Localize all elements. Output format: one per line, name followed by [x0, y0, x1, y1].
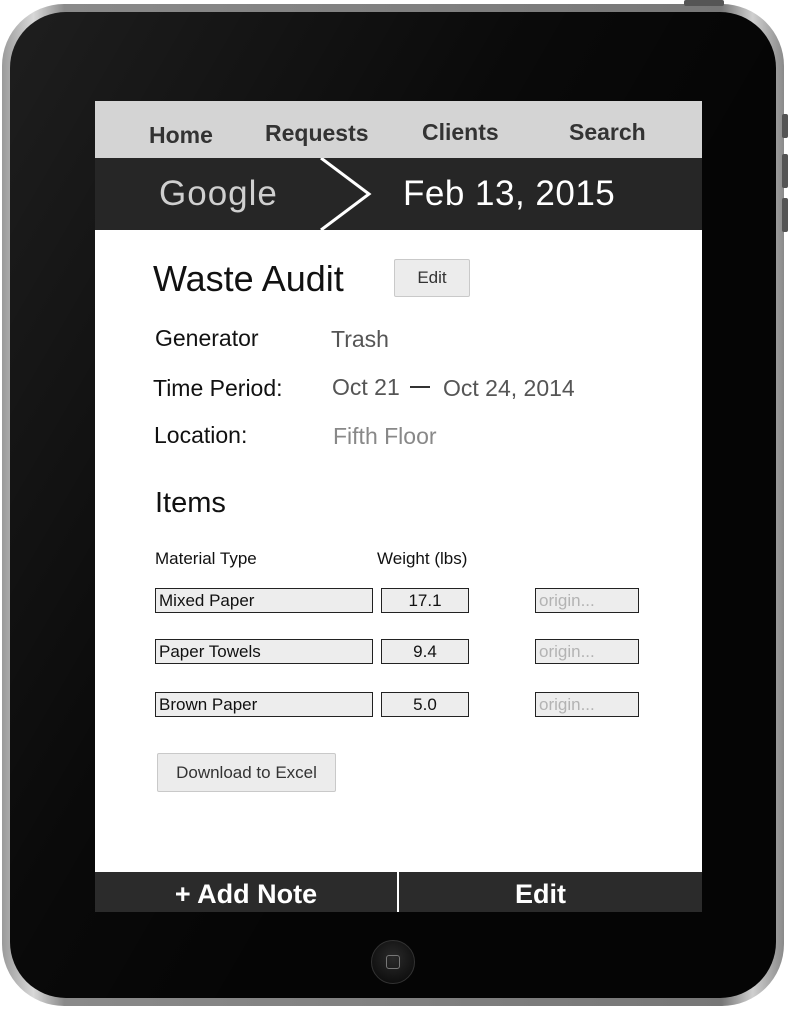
origin-field[interactable]: origin...: [535, 692, 639, 717]
date-range-dash: [410, 386, 430, 388]
bottom-edit-button[interactable]: Edit: [399, 872, 682, 912]
material-field[interactable]: Mixed Paper: [155, 588, 373, 613]
time-period-label: Time Period:: [153, 375, 283, 401]
client-name[interactable]: Google: [159, 174, 278, 214]
tab-home[interactable]: Home: [95, 101, 265, 158]
tab-home-label: Home: [149, 122, 213, 148]
material-type-header: Material Type: [155, 549, 257, 568]
power-button: [684, 0, 724, 6]
context-bar: Google Feb 13, 2015: [95, 158, 702, 230]
origin-field[interactable]: origin...: [535, 639, 639, 664]
location-label: Location:: [154, 422, 248, 448]
home-button-icon[interactable]: [371, 940, 415, 984]
volume-up-button: [782, 154, 788, 188]
generator-label: Generator: [155, 325, 259, 351]
download-to-excel-button[interactable]: Download to Excel: [157, 753, 336, 792]
time-period-end: Oct 24, 2014: [443, 375, 575, 401]
tab-search-label: Search: [569, 119, 646, 145]
app-screen: Home Requests Clients Search Google Feb …: [95, 101, 702, 912]
weight-field[interactable]: 9.4: [381, 639, 469, 664]
page-title: Waste Audit: [153, 258, 344, 299]
context-date: Feb 13, 2015: [403, 174, 616, 213]
tab-requests-label: Requests: [265, 120, 369, 146]
weight-field[interactable]: 5.0: [381, 692, 469, 717]
items-heading: Items: [155, 487, 226, 519]
location-value: Fifth Floor: [333, 423, 437, 449]
origin-field[interactable]: origin...: [535, 588, 639, 613]
mute-switch: [782, 114, 788, 138]
weight-header: Weight (lbs): [377, 549, 468, 568]
top-nav-bar: Home Requests Clients Search: [95, 101, 702, 158]
audit-content: Waste Audit Edit Generator Trash Time Pe…: [95, 230, 702, 872]
material-field[interactable]: Brown Paper: [155, 692, 373, 717]
material-field[interactable]: Paper Towels: [155, 639, 373, 664]
weight-field[interactable]: 17.1: [381, 588, 469, 613]
generator-value: Trash: [331, 326, 389, 352]
tab-search[interactable]: Search: [555, 101, 702, 158]
home-square-icon: [386, 955, 400, 969]
volume-down-button: [782, 198, 788, 232]
tab-clients[interactable]: Clients: [415, 101, 555, 158]
time-period-start: Oct 21: [332, 374, 400, 400]
tab-clients-label: Clients: [422, 119, 499, 145]
edit-audit-button[interactable]: Edit: [394, 259, 470, 297]
bottom-action-bar: + Add Note Edit: [95, 872, 702, 912]
add-note-button[interactable]: + Add Note: [95, 872, 397, 912]
tab-requests[interactable]: Requests: [265, 101, 415, 158]
chevron-right-icon: [320, 158, 372, 230]
